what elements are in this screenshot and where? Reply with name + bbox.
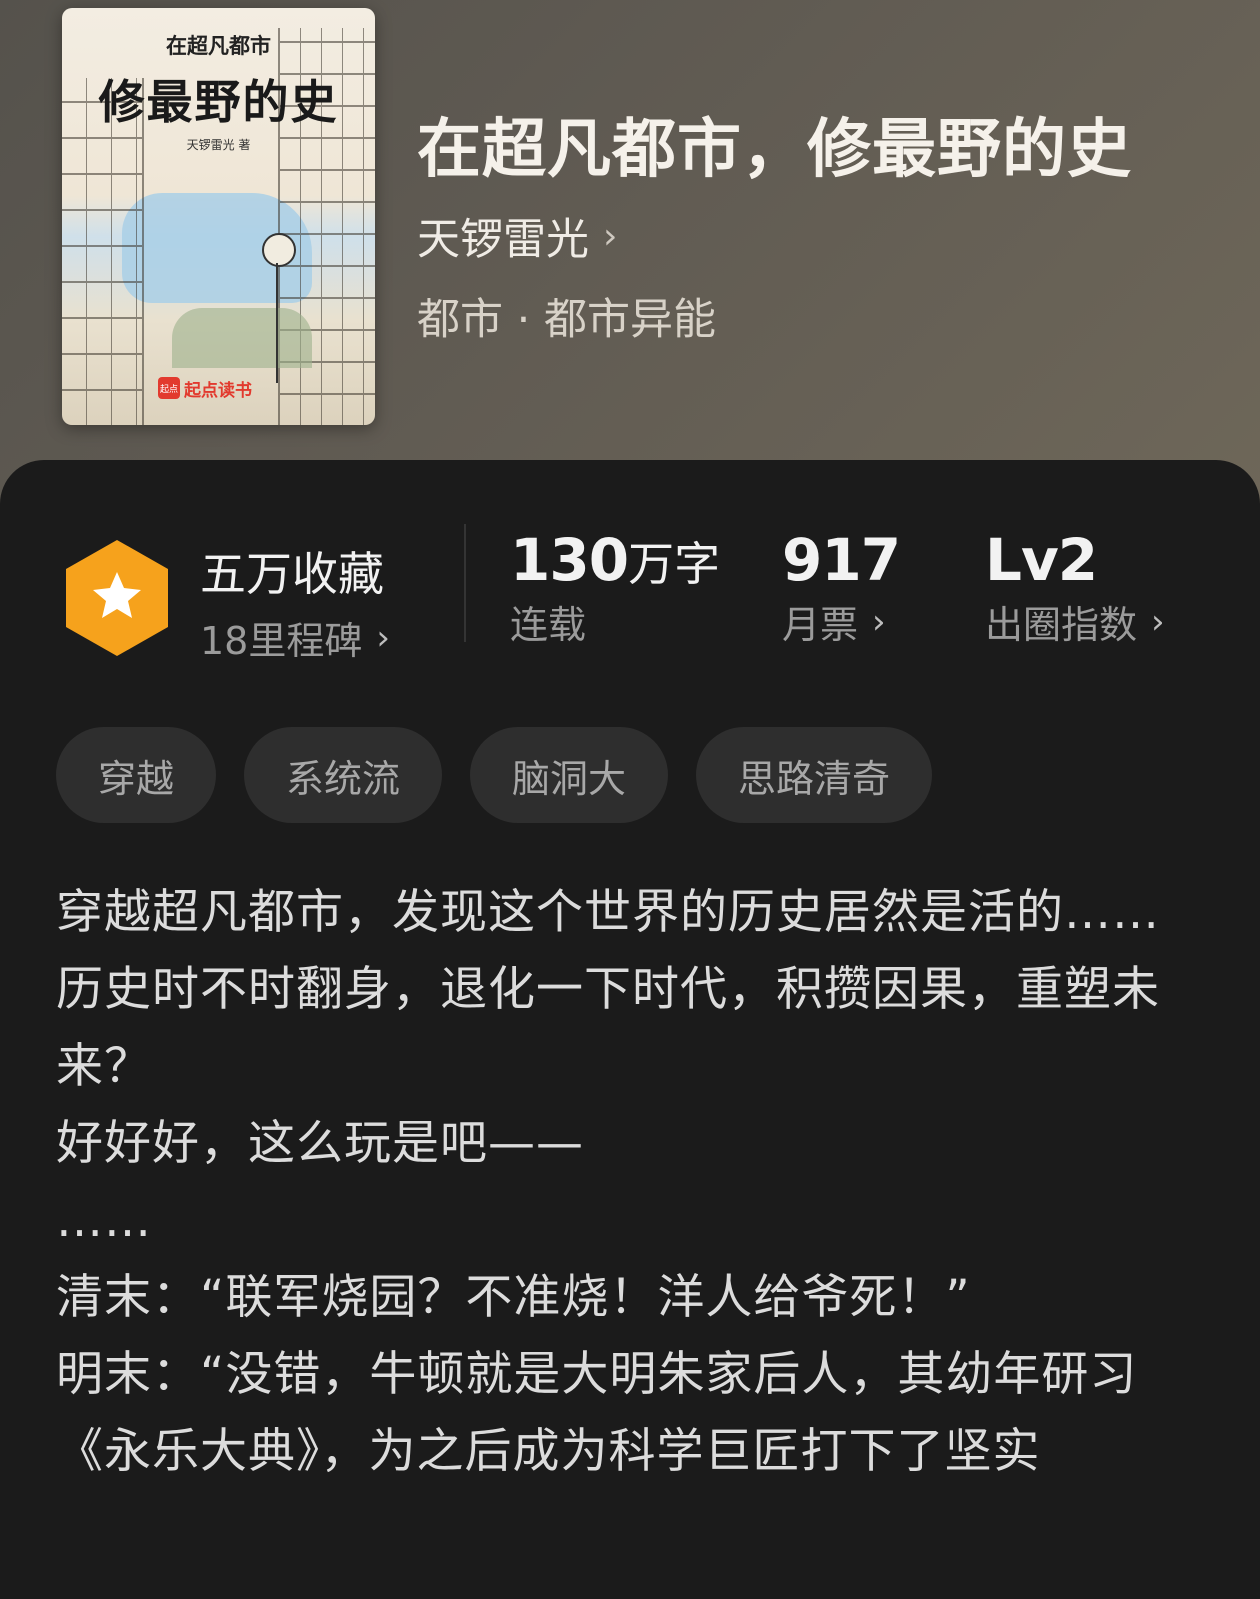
serial-status: 连载: [510, 603, 587, 647]
book-cover[interactable]: 在超凡都市 修最野的史 天锣雷光 著 起点 起点读书: [62, 8, 375, 425]
collect-count: 五万收藏: [200, 547, 384, 601]
stat-divider: [464, 524, 466, 642]
tag-list: 穿越 系统流 脑洞大 思路清奇: [56, 727, 933, 823]
collect-stat[interactable]: 五万收藏 18里程碑 ›: [200, 538, 390, 665]
cover-trees-art: [172, 308, 312, 368]
monthly-ticket-stat[interactable]: 917 月票 ›: [782, 526, 901, 649]
monthly-ticket-label: 月票: [782, 603, 859, 647]
brand-name: 起点读书: [184, 380, 252, 401]
cover-brand: 起点 起点读书: [158, 376, 252, 401]
cover-author: 天锣雷光 著: [186, 138, 251, 152]
chevron-right-icon: ›: [376, 617, 390, 658]
tag-chip[interactable]: 穿越: [56, 727, 217, 823]
tag-chip[interactable]: 思路清奇: [696, 727, 933, 823]
cover-sign-art: [262, 233, 296, 267]
chevron-right-icon: ›: [1151, 601, 1165, 642]
word-count-number: 130: [510, 526, 629, 594]
author-link[interactable]: 天锣雷光 ›: [417, 205, 617, 267]
word-count-stat: 130万字 连载: [510, 526, 720, 649]
word-count-unit: 万字: [628, 537, 721, 591]
cover-big-title: 修最野的史: [98, 75, 339, 129]
cover-small-title: 在超凡都市: [166, 34, 271, 58]
description-line: 好好好，这么玩是吧——: [56, 1116, 584, 1171]
cover-pole-art: [276, 263, 278, 383]
author-name: 天锣雷光: [417, 215, 589, 265]
description-line: 明末：“没错，牛顿就是大明朱家后人，其幼年研习《永乐大典》，为之后成为科学巨匠打…: [56, 1347, 1138, 1479]
popularity-level: Lv2: [985, 526, 1098, 594]
description-line: 历史时不时翻身，退化一下时代，积攒因果，重塑未来？: [56, 962, 1160, 1094]
tag-chip[interactable]: 脑洞大: [470, 727, 669, 823]
tag-chip[interactable]: 系统流: [244, 727, 443, 823]
brand-logo-icon: 起点: [158, 377, 180, 399]
book-title: 在超凡都市，修最野的史: [417, 112, 1132, 187]
chevron-right-icon: ›: [872, 601, 886, 642]
popularity-index-stat[interactable]: Lv2 出圈指数 ›: [985, 526, 1165, 649]
book-description[interactable]: 穿越超凡都市，发现这个世界的历史居然是活的…… 历史时不时翻身，退化一下时代，积…: [56, 874, 1206, 1490]
description-line: 穿越超凡都市，发现这个世界的历史居然是活的……: [56, 885, 1160, 940]
description-line: ……: [56, 1193, 152, 1248]
popularity-label: 出圈指数: [985, 603, 1138, 647]
star-icon: [66, 540, 168, 656]
chevron-right-icon: ›: [603, 215, 618, 257]
monthly-ticket-number: 917: [782, 526, 901, 594]
book-genre: 都市 · 都市异能: [417, 295, 717, 345]
milestone-label: 18里程碑: [200, 619, 363, 663]
description-line: 清末：“联军烧园？不准烧！洋人给爷死！”: [56, 1270, 971, 1325]
